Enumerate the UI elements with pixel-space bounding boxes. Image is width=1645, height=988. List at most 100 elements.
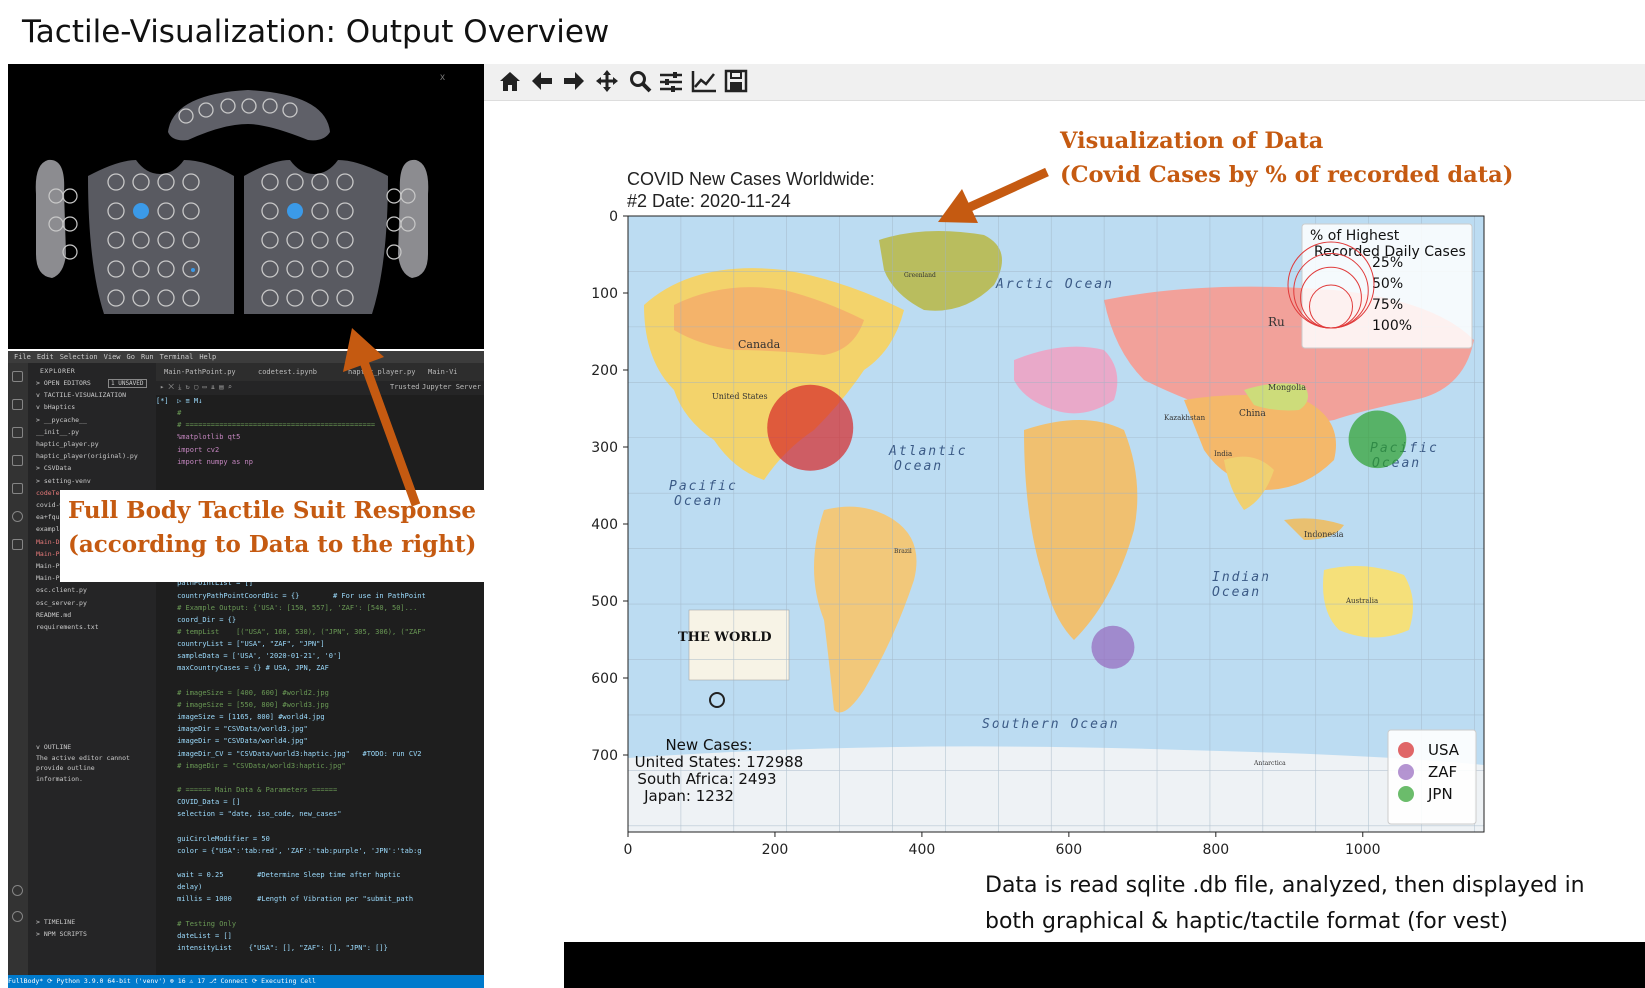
menu-item[interactable]: Help bbox=[199, 353, 216, 361]
status-bar: FullBody* ⟳ Python 3.9.0 64-bit ('venv')… bbox=[8, 975, 484, 988]
code-editor-window: File Edit Selection View Go Run Terminal Help E… bbox=[8, 351, 484, 988]
editor-tab[interactable]: Main-PathPoint.py bbox=[164, 368, 236, 376]
settings-gear-icon[interactable] bbox=[12, 911, 23, 922]
editor-menubar: File Edit Selection View Go Run Terminal Help bbox=[8, 351, 484, 363]
y-tick-label: 400 bbox=[591, 517, 618, 533]
sidebar-row[interactable]: provide outline bbox=[36, 764, 95, 772]
code-line: imageDir = "CSVData/world3.jpg" bbox=[156, 725, 308, 734]
new-cases-zaf: South Africa: 2493 bbox=[637, 770, 776, 788]
notebook-toolbar-icons[interactable]: ▸ ⨉ ⤓ ↻ ▢ ▭ ⇊ ▤ ⌕ bbox=[160, 383, 232, 392]
database-icon[interactable] bbox=[12, 539, 23, 550]
tactile-close-icon[interactable]: x bbox=[440, 72, 445, 83]
menu-item[interactable]: Selection bbox=[60, 353, 98, 361]
legend-marker-usa bbox=[1398, 742, 1414, 758]
tactile-suit-panel: x bbox=[8, 64, 484, 349]
map-label-kazakhstan: Kazakhstan bbox=[1164, 414, 1206, 422]
sidebar-row[interactable]: osc_server.py bbox=[36, 599, 87, 607]
menu-item[interactable]: Terminal bbox=[160, 353, 194, 361]
code-line: imageDir = "CSVData/world4.jpg" bbox=[156, 737, 308, 746]
menu-item[interactable]: View bbox=[104, 353, 121, 361]
sidebar-row[interactable]: > NPM SCRIPTS bbox=[36, 930, 87, 938]
covid-chart: Greenland Canada United States Kazakhsta… bbox=[591, 209, 1485, 858]
suit-callout: Full Body Tactile Suit Response (accordi… bbox=[60, 490, 540, 582]
edit-axis-icon[interactable] bbox=[691, 71, 716, 93]
extensions-icon[interactable] bbox=[12, 483, 23, 494]
y-tick-label: 500 bbox=[591, 594, 618, 610]
chart-title: COVID New Cases Worldwide: #2 Date: 2020… bbox=[627, 169, 875, 211]
sidebar-row[interactable]: v bHaptics bbox=[36, 403, 75, 411]
sidebar-row[interactable]: README.md bbox=[36, 611, 71, 619]
sidebar-row[interactable]: __init__.py bbox=[36, 428, 79, 436]
y-tick-label: 200 bbox=[591, 363, 618, 379]
editor-tab[interactable]: Main-Vi bbox=[428, 368, 458, 376]
jupyter-server-label[interactable]: Jupyter Server bbox=[422, 383, 481, 391]
menu-item[interactable]: Go bbox=[127, 353, 135, 361]
data-point-jpn bbox=[1348, 410, 1407, 469]
map-legend-title: THE WORLD bbox=[678, 630, 772, 645]
x-tick-label: 200 bbox=[762, 842, 789, 858]
sidebar-row[interactable]: > OPEN EDITORS bbox=[36, 379, 91, 387]
notebook-toolbar: ▸ ⨉ ⤓ ↻ ▢ ▭ ⇊ ▤ ⌕ Trusted Jupyter Server bbox=[156, 381, 484, 395]
menu-item[interactable]: File bbox=[14, 353, 31, 361]
code-area[interactable]: [*] ▷ ≡ M↓ # # =========================… bbox=[156, 395, 484, 975]
sidebar-row[interactable]: requirements.txt bbox=[36, 623, 99, 631]
sidebar-row[interactable]: > __pycache__ bbox=[36, 416, 87, 424]
size-legend-label: 25% bbox=[1372, 255, 1403, 271]
source-control-icon[interactable] bbox=[12, 427, 23, 438]
forward-arrow-icon[interactable] bbox=[564, 72, 584, 90]
code-line: imageSize = [1165, 800] #world4.jpg bbox=[156, 713, 325, 722]
size-legend-label: 75% bbox=[1372, 297, 1403, 313]
map-label-brazil: Brazil bbox=[894, 548, 912, 555]
code-line: coord_Dir = {} bbox=[156, 615, 237, 624]
explorer-icon[interactable] bbox=[12, 371, 23, 382]
y-tick-label: 700 bbox=[591, 748, 618, 764]
figure-toolbar bbox=[484, 64, 1645, 101]
series-legend: USA ZAF JPN bbox=[1387, 729, 1477, 825]
sidebar-row[interactable]: > setting-venv bbox=[36, 477, 91, 485]
bottom-black-bar bbox=[564, 942, 1645, 988]
editor-tab[interactable]: haptic_player.py bbox=[348, 368, 415, 376]
code-line: countryList = ["USA", "ZAF", "JPN"] bbox=[156, 640, 325, 649]
sidebar-row[interactable]: information. bbox=[36, 775, 83, 783]
editor-tab[interactable]: codetest.ipynb bbox=[258, 368, 317, 376]
code-line: # bbox=[156, 409, 182, 418]
sidebar-row[interactable]: > CSVData bbox=[36, 464, 71, 472]
x-tick-label: 0 bbox=[624, 842, 633, 858]
code-line: selection = "date, iso_code, new_cases" bbox=[156, 810, 342, 819]
save-icon[interactable] bbox=[724, 69, 748, 93]
search-icon[interactable] bbox=[12, 399, 23, 410]
remote-icon[interactable] bbox=[12, 511, 23, 522]
sidebar-row[interactable]: v TACTILE-VISUALIZATION bbox=[36, 391, 126, 399]
explorer-sidebar: EXPLORER 1 UNSAVED > OPEN EDITORS v TACTI… bbox=[28, 363, 156, 975]
menu-item[interactable]: Edit bbox=[37, 353, 54, 361]
account-icon[interactable] bbox=[12, 885, 23, 896]
size-legend: % of Highest Recorded Daily Cases 25%50%… bbox=[1287, 223, 1473, 349]
code-line: dateList = [] bbox=[156, 931, 232, 940]
sidebar-row[interactable]: haptic_player.py bbox=[36, 440, 99, 448]
sidebar-row[interactable]: > TIMELINE bbox=[36, 918, 75, 926]
code-line: intensityList {"USA": [], "ZAF": [], "JP… bbox=[156, 944, 388, 953]
sidebar-row[interactable]: The active editor cannot bbox=[36, 754, 130, 762]
tactile-suit-graphic: x bbox=[35, 72, 445, 314]
sidebar-row[interactable]: haptic_player(original).py bbox=[36, 452, 138, 460]
menu-item[interactable]: Run bbox=[141, 353, 154, 361]
configure-subplots-icon[interactable] bbox=[660, 72, 682, 92]
code-line: # ======================================… bbox=[156, 421, 376, 430]
home-icon[interactable] bbox=[500, 72, 520, 91]
pan-icon[interactable] bbox=[596, 70, 618, 92]
sidebar-row[interactable]: v OUTLINE bbox=[36, 743, 71, 751]
sidebar-row[interactable]: osc.client.py bbox=[36, 586, 87, 594]
x-tick-label: 600 bbox=[1055, 842, 1082, 858]
run-debug-icon[interactable] bbox=[12, 455, 23, 466]
zoom-icon[interactable] bbox=[630, 71, 652, 93]
suit-callout-line2: (according to Data to the right) bbox=[68, 531, 477, 558]
back-arrow-icon[interactable] bbox=[532, 72, 552, 90]
legend-marker-jpn bbox=[1398, 786, 1414, 802]
slide-title: Tactile-Visualization: Output Overview bbox=[22, 14, 610, 50]
y-tick-label: 300 bbox=[591, 440, 618, 456]
code-line: # imageSize = [550, 800] #world3.jpg bbox=[156, 700, 329, 709]
new-cases-jpn: Japan: 1232 bbox=[643, 787, 734, 805]
trusted-label[interactable]: Trusted bbox=[390, 383, 420, 391]
